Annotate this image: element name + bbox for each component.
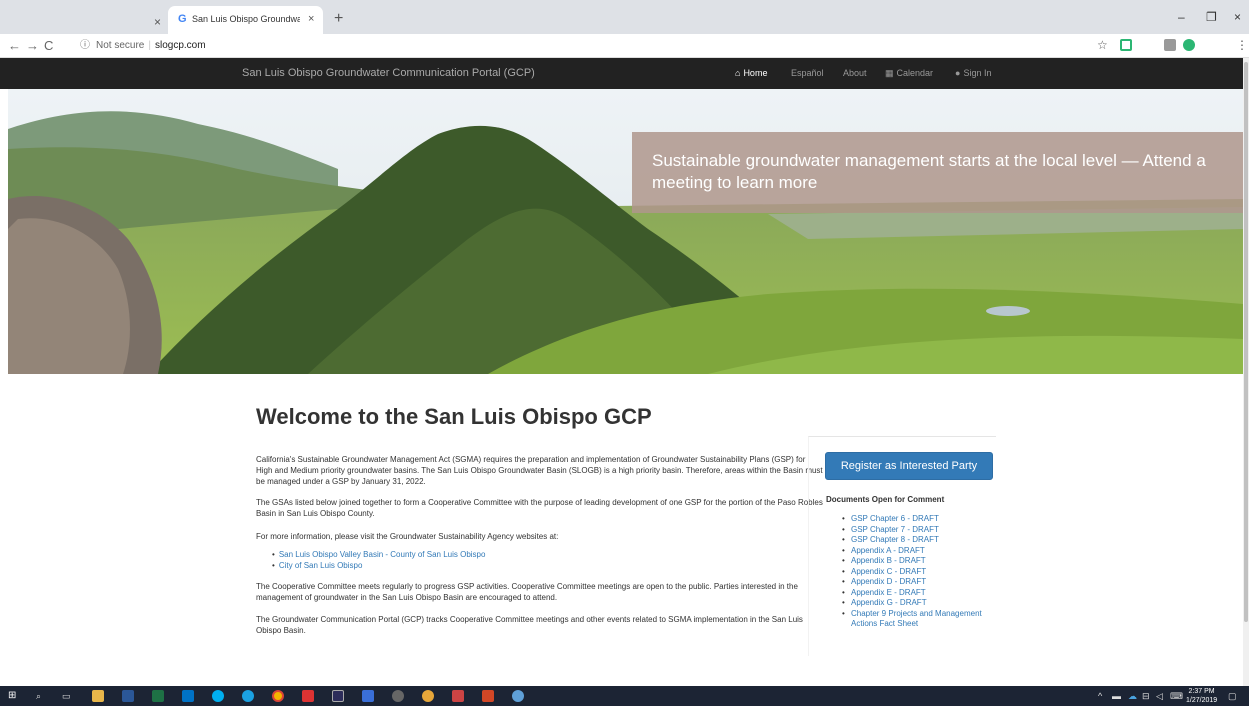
volume-icon[interactable]: ◁	[1156, 691, 1163, 702]
app-icon[interactable]	[392, 690, 404, 702]
user-icon: ●	[955, 68, 961, 78]
doc-link[interactable]: Chapter 9 Projects and Management Action…	[842, 609, 992, 630]
gcp-paragraph: The Groundwater Communication Portal (GC…	[256, 615, 803, 635]
bookmark-star-icon[interactable]: ☆	[1097, 38, 1108, 52]
page-title: Welcome to the San Luis Obispo GCP	[256, 404, 652, 429]
doc-link[interactable]: Appendix B - DRAFT	[842, 556, 992, 567]
nav-sign-in[interactable]: ● Sign In	[955, 68, 991, 78]
search-icon[interactable]: ⌕	[36, 691, 41, 702]
scrollbar-thumb[interactable]	[1244, 62, 1248, 622]
doc-link[interactable]: Appendix D - DRAFT	[842, 577, 992, 588]
task-view-icon[interactable]: ▭	[62, 691, 71, 702]
edge-icon[interactable]	[242, 690, 254, 702]
extension-icon[interactable]	[1120, 39, 1132, 51]
agency-link-county[interactable]: San Luis Obispo Valley Basin - County of…	[272, 549, 486, 560]
back-icon[interactable]: ←	[8, 38, 21, 53]
windows-start-icon[interactable]: ⊞	[8, 690, 16, 701]
url-separator: |	[148, 40, 151, 51]
site-navbar: San Luis Obispo Groundwater Communicatio…	[0, 58, 1243, 89]
hero-image: Sustainable groundwater management start…	[8, 89, 1243, 374]
app-icon[interactable]	[362, 690, 374, 702]
nav-calendar[interactable]: ▦ Calendar	[885, 68, 933, 79]
restore-button[interactable]: ❐	[1206, 10, 1217, 24]
doc-link[interactable]: Appendix G - DRAFT	[842, 598, 992, 609]
agency-link-list: San Luis Obispo Valley Basin - County of…	[272, 549, 486, 571]
committee-paragraph: The Cooperative Committee meets regularl…	[256, 582, 798, 602]
docs-heading: Documents Open for Comment	[826, 495, 945, 504]
nav-home[interactable]: ⌂ Home	[735, 68, 767, 78]
forward-icon[interactable]: →	[26, 38, 39, 53]
file-explorer-icon[interactable]	[92, 690, 104, 702]
tab-close-icon[interactable]: ×	[154, 15, 161, 29]
home-icon: ⌂	[735, 68, 741, 78]
agency-link-city[interactable]: City of San Luis Obispo	[272, 560, 485, 571]
gsa-paragraph: The GSAs listed below joined together to…	[256, 498, 823, 518]
clock-date: 1/27/2019	[1186, 697, 1218, 704]
doc-link[interactable]: GSP Chapter 6 - DRAFT	[842, 514, 992, 525]
outlook-icon[interactable]	[182, 690, 194, 702]
windows-taskbar: ⊞ ⌕ ▭ ^ ▬ ☁ ⊟ ◁ ⌨ 2:37 PM 1/27/2019 ▢	[0, 686, 1249, 706]
powerpoint-icon[interactable]	[482, 690, 494, 702]
notifications-icon[interactable]: ▢	[1228, 691, 1237, 702]
hero-banner: Sustainable groundwater management start…	[632, 132, 1243, 213]
more-info-paragraph: For more information, please visit the G…	[256, 532, 559, 541]
nav-espanol-label: Español	[791, 68, 824, 78]
app-icon[interactable]	[452, 690, 464, 702]
calendar-icon: ▦	[885, 68, 894, 78]
extension-icon[interactable]	[1164, 39, 1176, 51]
hero-banner-text: Sustainable groundwater management start…	[652, 151, 1206, 192]
network-icon[interactable]: ⊟	[1142, 691, 1150, 702]
onedrive-icon[interactable]: ☁	[1128, 691, 1137, 702]
keyboard-icon[interactable]: ⌨	[1170, 691, 1183, 702]
nav-home-label: Home	[743, 68, 768, 78]
chrome-icon[interactable]	[272, 690, 284, 702]
pdf-reader-icon[interactable]	[302, 690, 314, 702]
grammarly-extension-icon[interactable]	[1183, 39, 1195, 51]
doc-link[interactable]: Appendix E - DRAFT	[842, 588, 992, 599]
app-icon[interactable]	[422, 690, 434, 702]
word-icon[interactable]	[122, 690, 134, 702]
nav-about[interactable]: About	[843, 68, 867, 78]
skype-icon[interactable]	[212, 690, 224, 702]
doc-link[interactable]: GSP Chapter 8 - DRAFT	[842, 535, 992, 546]
minimize-button[interactable]: –	[1178, 10, 1185, 24]
reload-icon[interactable]: C	[44, 38, 53, 53]
url-text: slogcp.com	[154, 40, 206, 51]
chevron-up-icon[interactable]: ^	[1098, 691, 1102, 701]
documents-list: GSP Chapter 6 - DRAFT GSP Chapter 7 - DR…	[842, 514, 992, 630]
browser-tab-active[interactable]: G San Luis Obispo Groundwater Co ×	[168, 6, 323, 34]
page-scrollbar[interactable]	[1243, 58, 1249, 686]
address-bar: ← → C ⓘ Not secure | slogcp.com ☆ ⋮	[0, 34, 1249, 58]
intro-paragraph: California's Sustainable Groundwater Man…	[256, 455, 823, 486]
nav-about-label: About	[843, 68, 867, 78]
browser-tab-strip: × G San Luis Obispo Groundwater Co × + –…	[0, 0, 1249, 34]
menu-kebab-icon[interactable]: ⋮	[1236, 38, 1248, 52]
new-tab-button[interactable]: +	[334, 10, 343, 28]
tab-title: San Luis Obispo Groundwater Co	[192, 14, 300, 24]
tray-icon[interactable]: ▬	[1112, 691, 1121, 701]
url-field[interactable]: ⓘ Not secure | slogcp.com	[80, 37, 1110, 55]
nav-sign-in-label: Sign In	[963, 68, 992, 78]
taskbar-clock[interactable]: 2:37 PM 1/27/2019	[1186, 687, 1217, 705]
excel-icon[interactable]	[152, 690, 164, 702]
browser-tab-previous[interactable]: ×	[0, 0, 168, 34]
clock-time: 2:37 PM	[1188, 688, 1215, 695]
close-window-button[interactable]: ×	[1234, 10, 1241, 24]
doc-link[interactable]: Appendix A - DRAFT	[842, 546, 992, 557]
nav-espanol[interactable]: Español	[791, 68, 824, 78]
security-label: Not secure	[96, 40, 145, 51]
google-favicon-icon: G	[178, 13, 187, 25]
doc-link[interactable]: GSP Chapter 7 - DRAFT	[842, 525, 992, 536]
info-icon[interactable]: ⓘ	[80, 40, 90, 51]
app-icon[interactable]	[332, 690, 344, 702]
doc-link[interactable]: Appendix C - DRAFT	[842, 567, 992, 578]
register-interested-party-button[interactable]: Register as Interested Party	[825, 452, 993, 480]
app-icon[interactable]	[512, 690, 524, 702]
site-brand[interactable]: San Luis Obispo Groundwater Communicatio…	[242, 67, 535, 79]
nav-calendar-label: Calendar	[896, 68, 934, 78]
tab-close-icon[interactable]: ×	[308, 13, 314, 25]
